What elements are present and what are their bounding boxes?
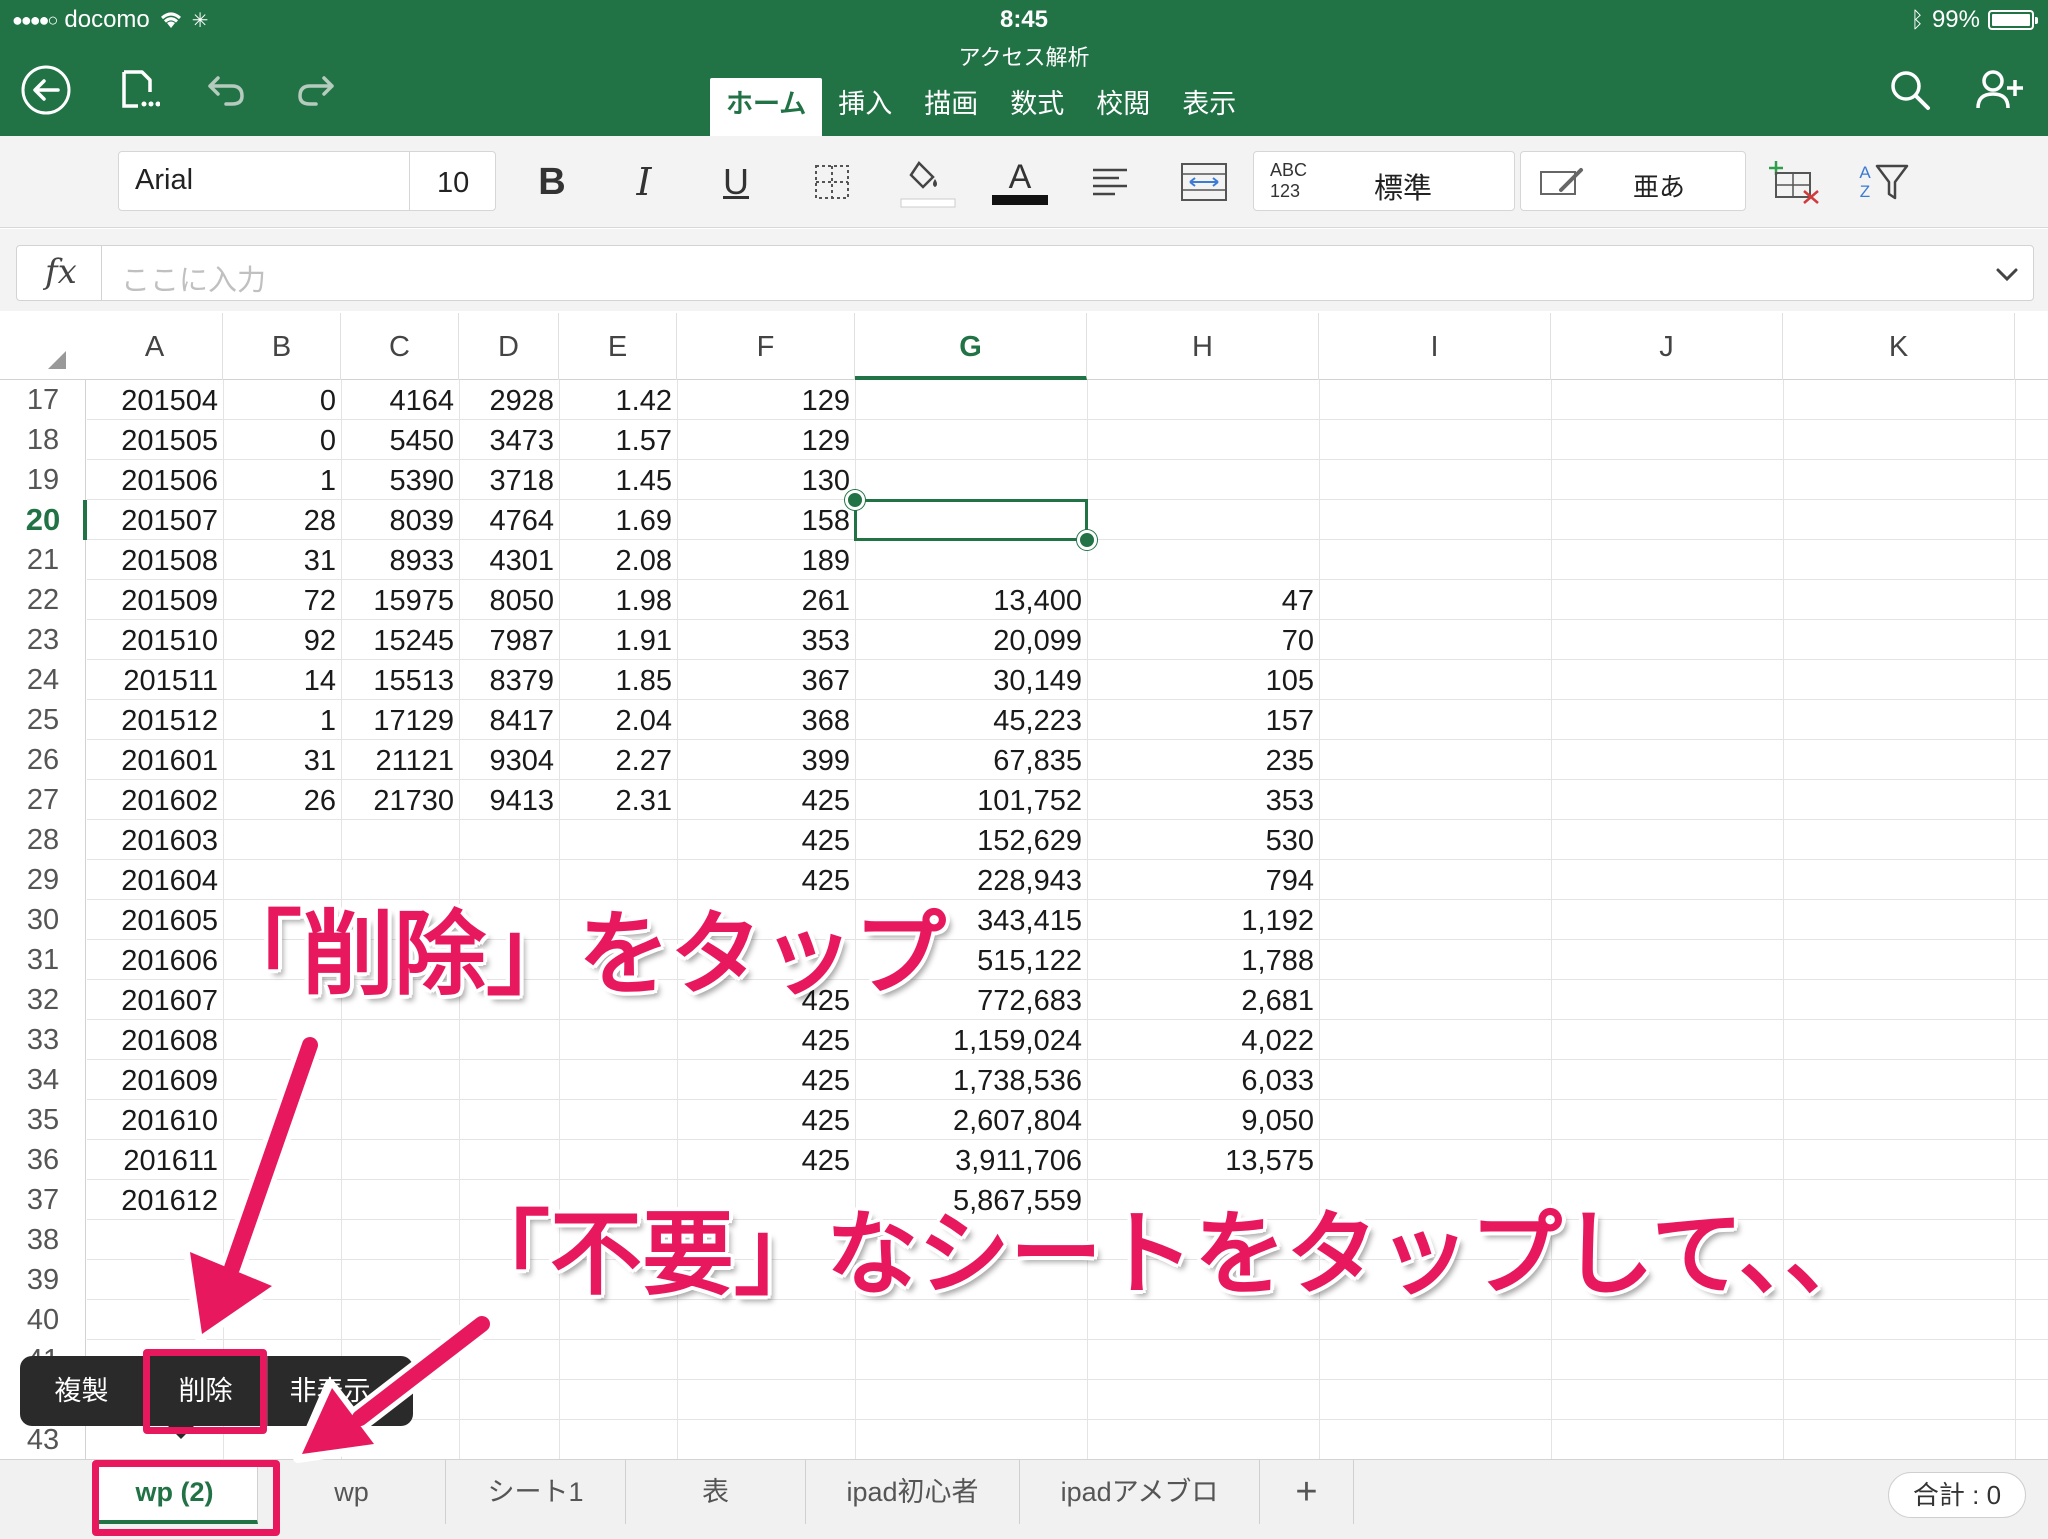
arrow-to-sheet-tab-icon [293, 1311, 495, 1463]
highlight-delete-box [143, 1349, 267, 1434]
annotation-arrows [183, 1032, 495, 1463]
highlight-sheet-tab-box [92, 1460, 280, 1536]
arrow-to-delete-icon [183, 1032, 323, 1343]
